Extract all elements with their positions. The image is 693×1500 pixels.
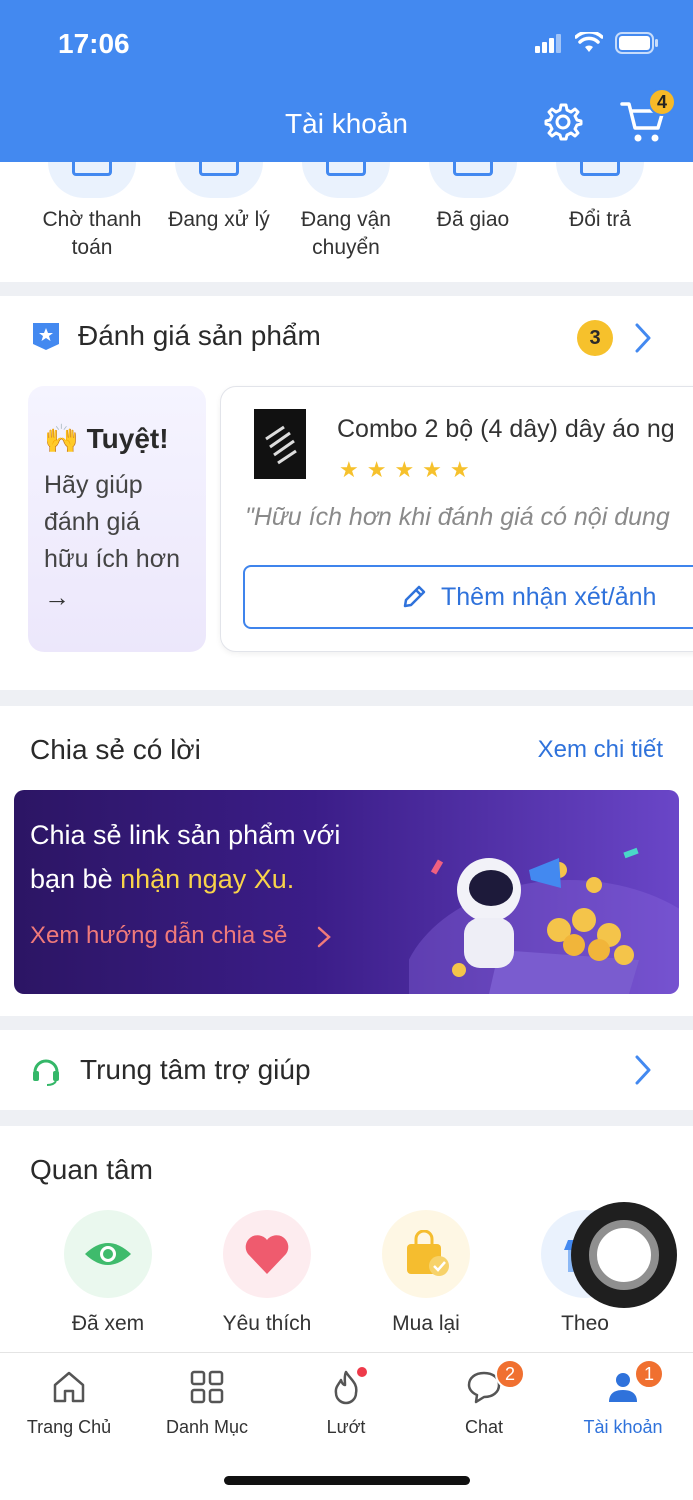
share-detail-link[interactable]: Xem chi tiết — [538, 736, 663, 764]
nav-label: Tài khoản — [583, 1417, 663, 1437]
promo-title: 🙌 Tuyệt! — [44, 423, 169, 454]
page-title: Tài khoản — [285, 108, 408, 139]
truck-icon — [302, 162, 390, 198]
share-title: Chia sẻ có lời — [30, 734, 201, 765]
chevron-right-icon — [317, 926, 331, 947]
product-image-icon — [265, 425, 297, 465]
order-label: Đang xử lý — [168, 208, 270, 231]
box-icon — [175, 162, 263, 198]
home-indicator — [224, 1476, 470, 1485]
interest-title: Quan tâm — [30, 1154, 153, 1185]
banner-cta-label: Xem hướng dẫn chia sẻ — [30, 922, 288, 949]
astronaut-illustration — [409, 847, 679, 994]
nav-home[interactable]: Trang Chủ — [0, 1367, 138, 1438]
buy-again-shortcut[interactable]: Mua lại — [356, 1210, 496, 1336]
add-review-label: Thêm nhận xét/ảnh — [441, 582, 657, 611]
review-product-card[interactable]: Combo 2 bộ (4 dây) dây áo ng ★★★★★ "Hữu … — [220, 386, 693, 652]
interest-label: Mua lại — [392, 1312, 460, 1335]
nav-label: Chat — [464, 1417, 504, 1437]
viewed-shortcut[interactable]: Đã xem — [38, 1210, 178, 1336]
nav-label: Lướt — [326, 1417, 366, 1437]
nav-label: Danh Mục — [165, 1417, 249, 1437]
banner-line2: bạn bè nhận ngay Xu. — [30, 864, 294, 895]
header: 17:06 Tài khoản 4 — [0, 0, 693, 162]
eye-icon — [64, 1210, 152, 1298]
battery-icon — [615, 32, 658, 54]
order-label: Chờ thanh toán — [42, 208, 142, 259]
notification-dot — [355, 1365, 369, 1379]
review-header[interactable]: Đánh giá sản phẩm — [30, 320, 321, 352]
order-returns[interactable]: Đổi trả — [535, 162, 665, 234]
banner-highlight: nhận ngay Xu. — [120, 864, 295, 894]
review-section: Đánh giá sản phẩm 3 🙌 Tuyệt! Hãy giúp đá… — [0, 296, 693, 690]
account-badge: 1 — [634, 1359, 664, 1389]
order-pending-payment[interactable]: Chờ thanh toán — [27, 162, 157, 262]
star-badge-icon — [33, 323, 59, 350]
wallet-icon — [48, 162, 136, 198]
return-icon — [556, 162, 644, 198]
nav-account[interactable]: 1 Tài khoản — [554, 1359, 692, 1438]
nav-label: Trang Chủ — [26, 1417, 112, 1437]
pencil-icon — [403, 585, 426, 608]
banner-cta[interactable]: Xem hướng dẫn chia sẻ — [30, 922, 332, 950]
review-count-badge: 3 — [577, 320, 613, 356]
wifi-icon — [575, 32, 603, 52]
headset-icon — [33, 1059, 59, 1086]
status-time: 17:06 — [58, 28, 130, 59]
heart-icon — [223, 1210, 311, 1298]
order-shipping[interactable]: Đang vận chuyển — [281, 162, 411, 262]
banner-line1: Chia sẻ link sản phẩm với — [30, 820, 341, 850]
order-status-row: Chờ thanh toán Đang xử lý Đang vận chuyể… — [0, 162, 693, 282]
grid-icon — [190, 1370, 224, 1404]
gear-icon[interactable] — [543, 102, 583, 142]
help-center-row[interactable]: Trung tâm trợ giúp — [0, 1030, 693, 1110]
signal-icon — [535, 34, 561, 53]
product-thumbnail — [254, 409, 306, 479]
help-label: Trung tâm trợ giúp — [80, 1054, 311, 1085]
status-icons — [535, 32, 659, 54]
interest-label: Theo — [561, 1312, 609, 1335]
cart-count-badge: 4 — [648, 88, 676, 116]
order-processing[interactable]: Đang xử lý — [154, 162, 284, 234]
chevron-right-icon[interactable] — [633, 322, 653, 354]
order-label: Đang vận chuyển — [301, 208, 391, 259]
promo-text: Hãy giúp đánh giá hữu ích hơn — [44, 471, 180, 573]
rating-stars[interactable]: ★★★★★ — [339, 457, 478, 483]
order-label: Đã giao — [436, 208, 510, 231]
favorites-shortcut[interactable]: Yêu thích — [197, 1210, 337, 1336]
review-promo-card[interactable]: 🙌 Tuyệt! Hãy giúp đánh giá hữu ích hơn → — [28, 386, 206, 652]
review-title: Đánh giá sản phẩm — [78, 320, 321, 351]
delivered-icon — [429, 162, 517, 198]
arrow-right-icon: → — [44, 582, 70, 612]
nav-chat[interactable]: 2 Chat — [415, 1359, 553, 1438]
share-banner[interactable]: Chia sẻ link sản phẩm với bạn bè nhận ng… — [14, 790, 679, 994]
nav-explore[interactable]: Lướt — [277, 1365, 415, 1438]
chat-badge: 2 — [495, 1359, 525, 1389]
review-hint: "Hữu ích hơn khi đánh giá có nội dung — [245, 503, 670, 531]
assistive-touch-button[interactable] — [571, 1202, 677, 1308]
chevron-right-icon — [635, 1055, 651, 1085]
product-name: Combo 2 bộ (4 dây) dây áo ng — [337, 415, 675, 443]
add-review-button[interactable]: Thêm nhận xét/ảnh — [243, 565, 693, 629]
nav-category[interactable]: Danh Mục — [138, 1367, 276, 1438]
order-delivered[interactable]: Đã giao — [408, 162, 538, 234]
shopping-bag-icon — [382, 1210, 470, 1298]
home-icon — [53, 1371, 85, 1403]
order-label: Đổi trả — [569, 208, 631, 231]
share-section: Chia sẻ có lời Xem chi tiết Chia sẻ link… — [0, 706, 693, 1016]
banner-line2-prefix: bạn bè — [30, 864, 121, 894]
interest-label: Yêu thích — [222, 1312, 312, 1335]
interest-label: Đã xem — [71, 1312, 145, 1335]
